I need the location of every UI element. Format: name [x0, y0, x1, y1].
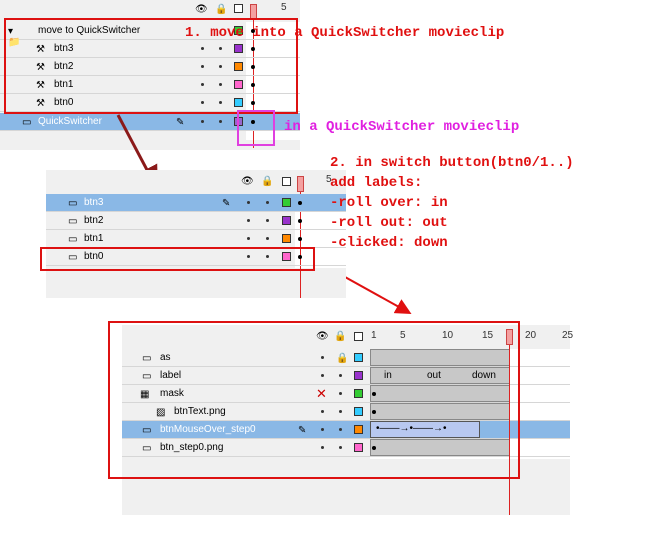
layer-color [282, 198, 291, 207]
layer-name: btn3 [84, 197, 104, 208]
annotation-line: -roll over: in [330, 195, 448, 211]
layer-color [282, 216, 291, 225]
annotation-line: -roll out: out [330, 215, 448, 231]
visible-dot [201, 120, 204, 123]
keyframe [298, 237, 302, 241]
tick-label: 20 [525, 330, 537, 341]
outline-icon[interactable] [234, 4, 243, 13]
tick-label: 25 [562, 330, 574, 341]
highlight-box-panel3 [108, 321, 520, 479]
layer-name: QuickSwitcher [38, 116, 102, 127]
annotation-step1: 1. move into a QuickSwitcher movieclip [185, 25, 505, 41]
lock-icon[interactable]: 🔒 [215, 4, 227, 15]
layer-icon: ▭ [68, 234, 78, 245]
layer-icon: ▭ [68, 198, 78, 209]
layer-row-selected[interactable]: ▭ btn3 ✎ [46, 194, 346, 212]
layer-name: btn2 [84, 215, 104, 226]
layer-icon: ▭ [68, 216, 78, 227]
highlight-box-btn0 [40, 247, 315, 271]
lock-dot [266, 237, 269, 240]
lock-dot [219, 120, 222, 123]
pencil-icon: ✎ [176, 117, 185, 128]
layer-row[interactable]: ▭ btn2 [46, 212, 346, 230]
outline-icon[interactable] [282, 177, 291, 186]
annotation-line: add labels: [330, 175, 423, 191]
keyframe [298, 201, 302, 205]
visible-dot [247, 219, 250, 222]
pencil-icon: ✎ [222, 198, 231, 209]
visible-dot [247, 201, 250, 204]
lock-icon[interactable]: 🔒 [261, 176, 273, 187]
annotation-in-quickswitcher: in a QuickSwitcher movieclip [284, 119, 520, 135]
highlight-box-quickswitcher [237, 110, 275, 146]
annotation-step2: 2. in switch button(btn0/1..) add labels… [330, 155, 574, 251]
annotation-line: -clicked: down [330, 235, 448, 251]
eye-icon[interactable]: 👁 [195, 4, 208, 15]
layer-row[interactable]: ▭ btn1 [46, 230, 346, 248]
layer-icon: ▭ [22, 117, 32, 128]
frame-number: 5 [281, 2, 287, 13]
visible-dot [247, 237, 250, 240]
playhead-handle[interactable] [297, 176, 304, 192]
layer-name: btn1 [84, 233, 104, 244]
lock-dot [266, 201, 269, 204]
lock-dot [266, 219, 269, 222]
timeline-panel-2: 👁 🔒 5 ▭ btn3 ✎ ▭ btn2 ▭ btn1 ▭ btn0 [46, 170, 346, 298]
annotation-line: 2. in switch button(btn0/1..) [330, 155, 574, 171]
layer-color [282, 234, 291, 243]
keyframe [298, 219, 302, 223]
eye-icon[interactable]: 👁 [241, 176, 254, 187]
